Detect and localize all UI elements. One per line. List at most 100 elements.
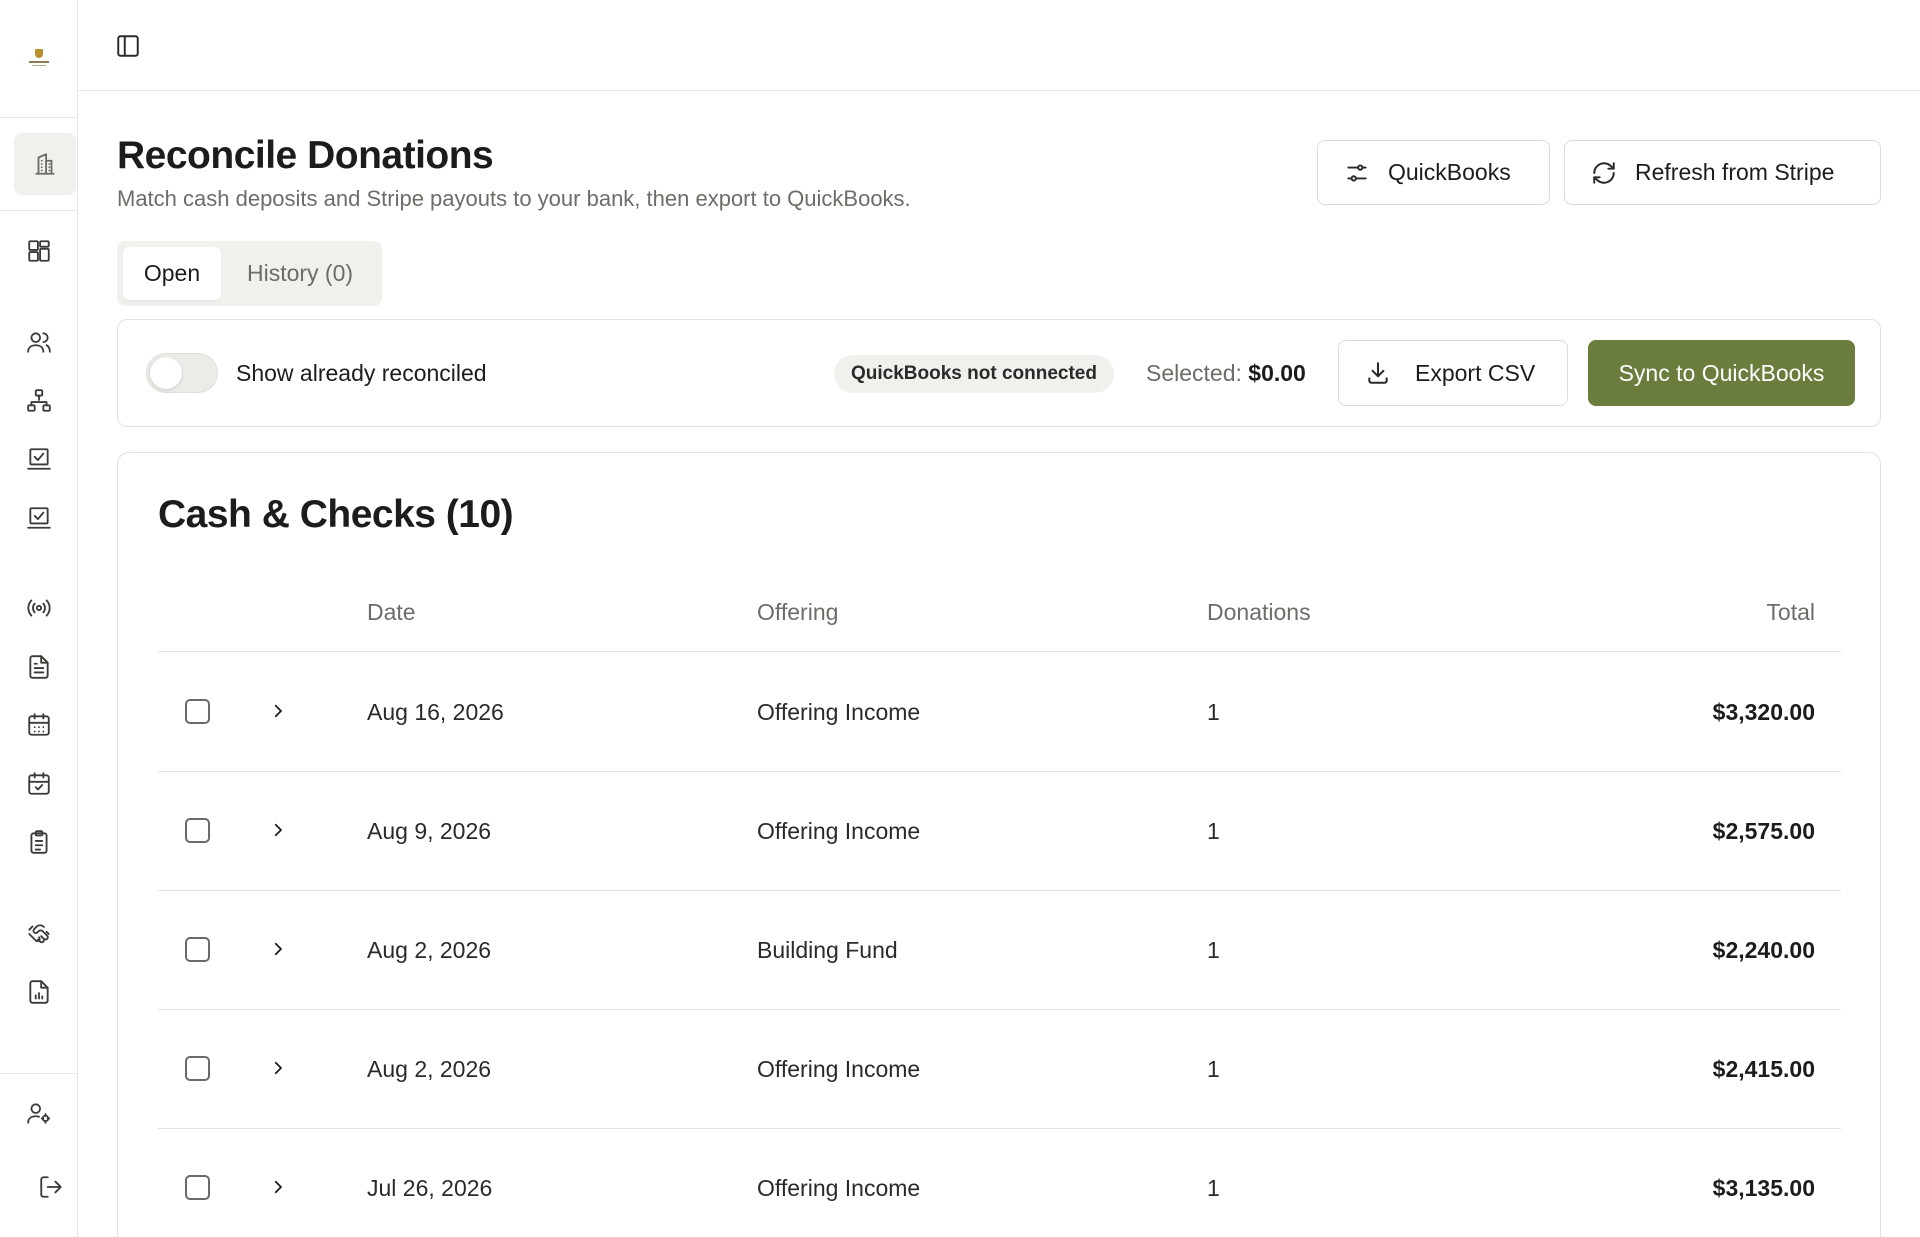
card-title: Cash & Checks (10) xyxy=(158,493,514,536)
sidebar-item-groups[interactable] xyxy=(8,370,70,432)
chevron-right-icon xyxy=(274,1180,282,1194)
row-checkbox[interactable] xyxy=(185,818,210,843)
chevron-right-icon xyxy=(274,823,282,837)
report-icon xyxy=(29,980,49,1004)
row-checkbox[interactable] xyxy=(185,937,210,962)
calendar-icon xyxy=(28,713,50,736)
page-subtitle: Match cash deposits and Stripe payouts t… xyxy=(117,186,911,211)
sidebar-item-account-settings[interactable] xyxy=(8,1082,70,1144)
cell-total: $2,575.00 xyxy=(1712,818,1815,844)
row-checkbox[interactable] xyxy=(185,699,210,724)
selected-total: Selected: $0.00 xyxy=(1146,360,1306,387)
cell-date: Jul 26, 2026 xyxy=(367,1175,493,1201)
cell-donations: 1 xyxy=(1207,1056,1220,1082)
cell-donations: 1 xyxy=(1207,818,1220,844)
topbar xyxy=(78,0,1920,91)
cell-offering: Building Fund xyxy=(757,937,898,963)
expand-row-button[interactable] xyxy=(268,816,288,844)
sidebar-item-attendance[interactable] xyxy=(8,487,70,549)
chevron-right-icon xyxy=(274,704,282,718)
checklist-icon xyxy=(27,507,51,529)
export-csv-button[interactable]: Export CSV xyxy=(1338,340,1568,406)
download-icon xyxy=(1368,362,1388,384)
column-header-total[interactable]: Total xyxy=(1766,599,1815,626)
calendar-check-icon xyxy=(28,772,50,795)
sidebar xyxy=(0,0,78,1237)
reconcile-toolbar: Show already reconciled QuickBooks not c… xyxy=(117,319,1881,427)
table-row[interactable]: Aug 2, 2026 Building Fund 1 $2,240.00 xyxy=(158,891,1841,1010)
refresh-from-stripe-button[interactable]: Refresh from Stripe xyxy=(1564,140,1881,205)
expand-row-button[interactable] xyxy=(268,935,288,963)
cell-date: Aug 16, 2026 xyxy=(367,699,504,725)
sidebar-item-documents[interactable] xyxy=(8,636,70,698)
sidebar-item-people[interactable] xyxy=(8,311,70,373)
row-checkbox[interactable] xyxy=(185,1056,210,1081)
cell-total: $3,135.00 xyxy=(1712,1175,1815,1201)
tab-open[interactable]: Open xyxy=(123,247,221,300)
sidebar-item-events[interactable] xyxy=(8,753,70,815)
refresh-button-label: Refresh from Stripe xyxy=(1635,159,1835,185)
sidebar-item-broadcast[interactable] xyxy=(8,577,70,639)
chevron-right-icon xyxy=(274,1061,282,1075)
sidebar-item-logout[interactable] xyxy=(20,1156,82,1218)
chevron-right-icon xyxy=(274,942,282,956)
expand-row-button[interactable] xyxy=(268,697,288,725)
cell-date: Aug 2, 2026 xyxy=(367,937,492,963)
table-row[interactable]: Aug 16, 2026 Offering Income 1 $3,320.00 xyxy=(158,653,1841,772)
cell-offering: Offering Income xyxy=(757,1175,921,1201)
tab-list: Open History (0) xyxy=(117,241,382,306)
sidebar-item-checkin[interactable] xyxy=(8,428,70,490)
expand-row-button[interactable] xyxy=(268,1054,288,1082)
quickbooks-button-label: QuickBooks xyxy=(1388,159,1511,185)
sliders-icon xyxy=(1347,163,1367,182)
cell-offering: Offering Income xyxy=(757,1056,921,1082)
sidebar-toggle-button[interactable] xyxy=(114,32,142,60)
sidebar-item-calendar[interactable] xyxy=(8,694,70,756)
clipboard-icon xyxy=(30,830,48,854)
table-row[interactable]: Aug 2, 2026 Offering Income 1 $2,415.00 xyxy=(158,1010,1841,1129)
column-header-donations[interactable]: Donations xyxy=(1207,599,1311,626)
table-row[interactable]: Jul 26, 2026 Offering Income 1 $3,135.00 xyxy=(158,1129,1841,1237)
handshake-icon xyxy=(28,924,50,944)
cell-offering: Offering Income xyxy=(757,818,921,844)
checklist-icon xyxy=(27,448,51,470)
cell-donations: 1 xyxy=(1207,699,1220,725)
cell-donations: 1 xyxy=(1207,1175,1220,1201)
quickbooks-status-badge: QuickBooks not connected xyxy=(834,355,1114,393)
show-reconciled-toggle[interactable] xyxy=(146,353,218,393)
cell-total: $3,320.00 xyxy=(1712,699,1815,725)
cell-offering: Offering Income xyxy=(757,699,921,725)
quickbooks-settings-button[interactable]: QuickBooks xyxy=(1317,140,1550,205)
show-reconciled-label: Show already reconciled xyxy=(236,360,487,386)
tab-history[interactable]: History (0) xyxy=(225,247,375,300)
sidebar-item-organization[interactable] xyxy=(14,133,76,195)
sidebar-panel-icon xyxy=(117,35,139,57)
sidebar-item-dashboard[interactable] xyxy=(8,220,70,282)
row-checkbox[interactable] xyxy=(185,1175,210,1200)
expand-row-button[interactable] xyxy=(268,1173,288,1201)
column-header-date[interactable]: Date xyxy=(367,599,416,626)
logo-mark xyxy=(28,48,50,69)
sidebar-item-reports[interactable] xyxy=(8,961,70,1023)
dashboard-icon xyxy=(28,240,50,262)
selected-label: Selected: xyxy=(1146,360,1242,386)
sync-to-quickbooks-button[interactable]: Sync to QuickBooks xyxy=(1588,340,1855,406)
toggle-knob xyxy=(150,357,182,389)
page-title: Reconcile Donations xyxy=(117,134,494,177)
church-logo[interactable] xyxy=(0,0,78,118)
selected-value: $0.00 xyxy=(1248,360,1306,386)
sidebar-item-giving[interactable] xyxy=(8,903,70,965)
sidebar-item-tasks[interactable] xyxy=(8,811,70,873)
cell-total: $2,240.00 xyxy=(1712,937,1815,963)
user-settings-icon xyxy=(27,1103,51,1124)
column-header-offering[interactable]: Offering xyxy=(757,599,838,626)
cash-checks-card: Cash & Checks (10) Date Offering Donatio… xyxy=(117,452,1881,1237)
cell-total: $2,415.00 xyxy=(1712,1056,1815,1082)
table-row[interactable]: Aug 9, 2026 Offering Income 1 $2,575.00 xyxy=(158,772,1841,891)
export-csv-label: Export CSV xyxy=(1415,359,1536,386)
logout-icon xyxy=(40,1176,62,1198)
org-chart-icon xyxy=(27,389,51,412)
users-icon xyxy=(27,332,51,353)
table-header: Date Offering Donations Total xyxy=(158,571,1841,652)
cell-donations: 1 xyxy=(1207,937,1220,963)
